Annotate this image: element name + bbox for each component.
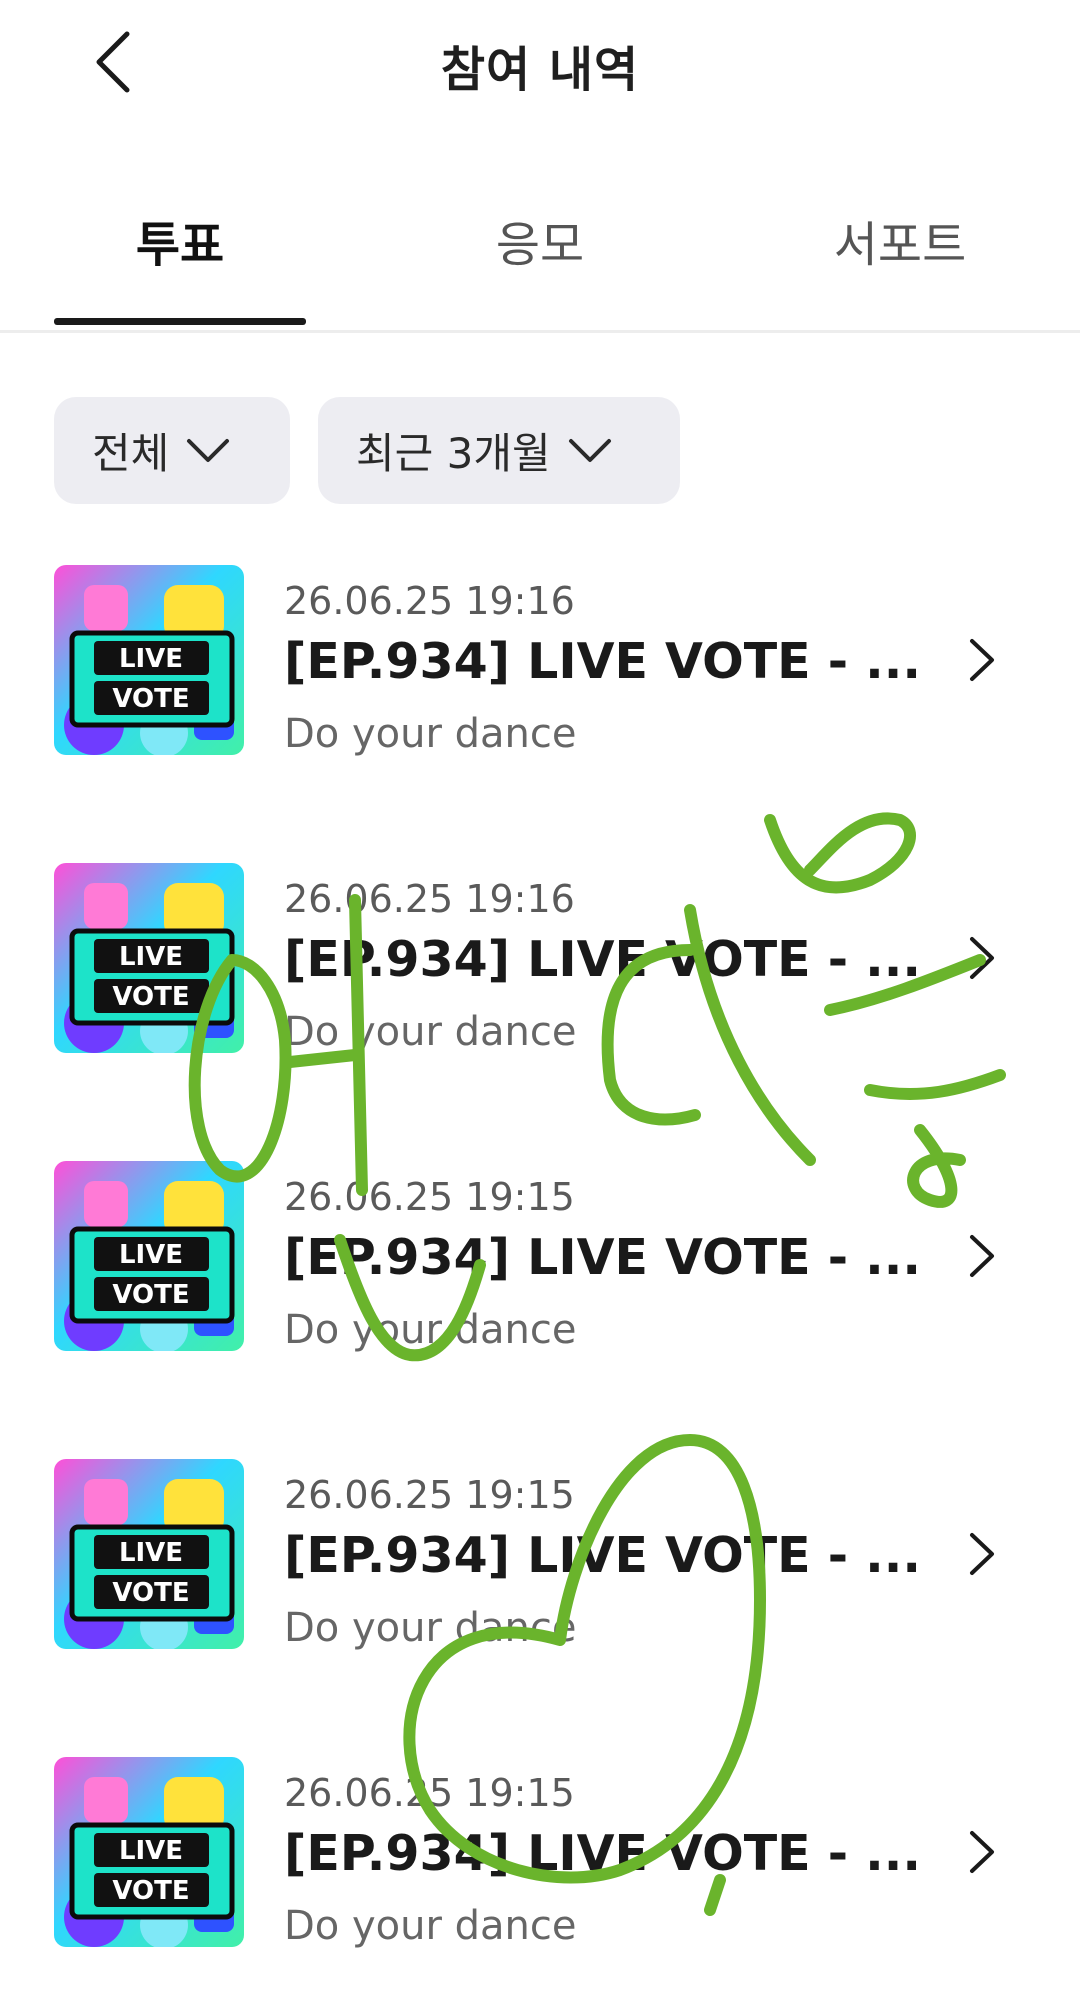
- chevron-right-icon: [970, 1831, 994, 1873]
- live-vote-thumbnail: LIVE VOTE: [54, 1459, 244, 1649]
- tab-support[interactable]: 서포트: [774, 205, 1026, 275]
- filter-type-label: 전체: [92, 429, 170, 478]
- item-title: [EP.934] LIVE VOTE - ...: [284, 931, 921, 988]
- tab-entry[interactable]: 응모: [414, 205, 666, 275]
- list-item[interactable]: LIVE VOTE 26.06.25 19:15 [EP.934] LIVE VOTE…: [0, 1161, 1080, 1361]
- filter-period-dropdown[interactable]: 최근 3개월: [318, 397, 680, 504]
- item-title: [EP.934] LIVE VOTE - ...: [284, 1229, 921, 1286]
- chevron-right-icon: [970, 1235, 994, 1277]
- chevron-right-icon: [970, 1533, 994, 1575]
- list-item[interactable]: LIVE VOTE 26.06.25 19:16 [EP.934] LIVE VOTE…: [0, 863, 1080, 1063]
- svg-text:LIVE: LIVE: [119, 1240, 183, 1270]
- list-item[interactable]: LIVE VOTE 26.06.25 19:16 [EP.934] LIVE VOTE…: [0, 565, 1080, 765]
- item-subtitle: Do your dance: [284, 1605, 577, 1651]
- svg-text:VOTE: VOTE: [112, 1280, 189, 1310]
- item-date: 26.06.25 19:15: [284, 1175, 575, 1219]
- live-vote-thumbnail: LIVE VOTE: [54, 565, 244, 755]
- item-subtitle: Do your dance: [284, 1903, 577, 1949]
- chevron-down-icon: [567, 437, 613, 465]
- page-title: 참여 내역: [440, 42, 640, 98]
- item-title: [EP.934] LIVE VOTE - ...: [284, 1527, 921, 1584]
- item-date: 26.06.25 19:15: [284, 1473, 575, 1517]
- live-vote-thumbnail: LIVE VOTE: [54, 1161, 244, 1351]
- svg-text:LIVE: LIVE: [119, 1538, 183, 1568]
- tab-vote[interactable]: 투표: [54, 205, 306, 275]
- svg-text:LIVE: LIVE: [119, 942, 183, 972]
- svg-text:VOTE: VOTE: [112, 982, 189, 1012]
- svg-text:VOTE: VOTE: [112, 1578, 189, 1608]
- filter-period-label: 최근 3개월: [356, 429, 551, 478]
- item-date: 26.06.25 19:15: [284, 1771, 575, 1815]
- list-item[interactable]: LIVE VOTE 26.06.25 19:15 [EP.934] LIVE VOTE…: [0, 1757, 1080, 1957]
- chevron-right-icon: [970, 937, 994, 979]
- tab-bar: 투표 응모 서포트: [0, 195, 1080, 333]
- svg-text:LIVE: LIVE: [119, 644, 183, 674]
- svg-text:VOTE: VOTE: [112, 684, 189, 714]
- item-subtitle: Do your dance: [284, 1009, 577, 1055]
- top-bar: 참여 내역: [0, 0, 1080, 130]
- active-tab-indicator: [54, 318, 306, 325]
- chevron-down-icon: [185, 437, 231, 465]
- item-date: 26.06.25 19:16: [284, 877, 575, 921]
- svg-text:VOTE: VOTE: [112, 1876, 189, 1906]
- item-subtitle: Do your dance: [284, 1307, 577, 1353]
- svg-text:LIVE: LIVE: [119, 1836, 183, 1866]
- list-item[interactable]: LIVE VOTE 26.06.25 19:15 [EP.934] LIVE VOTE…: [0, 1459, 1080, 1659]
- item-date: 26.06.25 19:16: [284, 579, 575, 623]
- live-vote-thumbnail: LIVE VOTE: [54, 1757, 244, 1947]
- item-title: [EP.934] LIVE VOTE - ...: [284, 1825, 921, 1882]
- item-title: [EP.934] LIVE VOTE - ...: [284, 633, 921, 690]
- chevron-right-icon: [970, 639, 994, 681]
- item-subtitle: Do your dance: [284, 711, 577, 757]
- filter-type-dropdown[interactable]: 전체: [54, 397, 290, 504]
- live-vote-thumbnail: LIVE VOTE: [54, 863, 244, 1053]
